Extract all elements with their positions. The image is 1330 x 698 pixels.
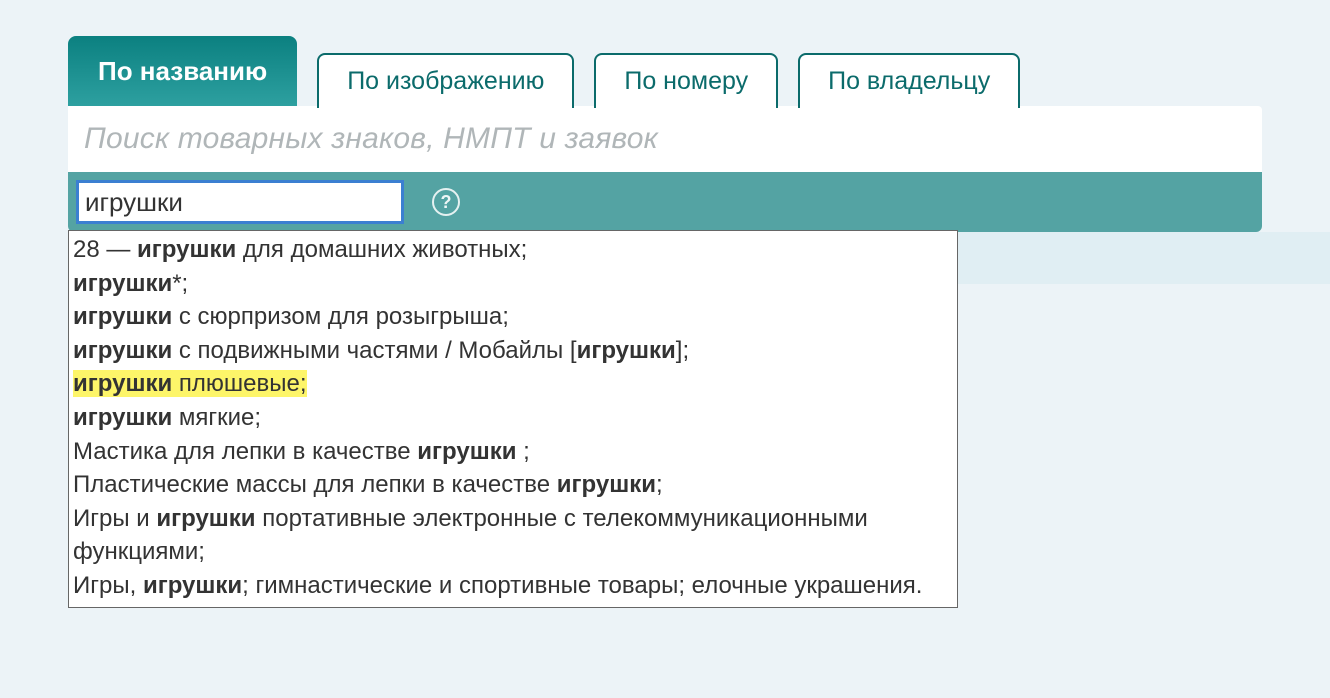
search-placeholder: Поиск товарных знаков, НМПТ и заявок bbox=[84, 124, 658, 154]
autocomplete-item[interactable]: Игры и игрушки портативные электронные с… bbox=[71, 502, 955, 569]
main-search-bar[interactable]: Поиск товарных знаков, НМПТ и заявок bbox=[68, 106, 1262, 172]
question-mark-icon: ? bbox=[441, 192, 452, 213]
autocomplete-dropdown: 28 — игрушки для домашних животных;игруш… bbox=[68, 230, 958, 608]
autocomplete-item[interactable]: игрушки*; bbox=[71, 267, 955, 301]
filter-bar: ? bbox=[68, 172, 1262, 232]
autocomplete-item[interactable]: игрушки мягкие; bbox=[71, 401, 955, 435]
autocomplete-item[interactable]: игрушки с сюрпризом для розыгрыша; bbox=[71, 300, 955, 334]
autocomplete-item[interactable]: Мастика для лепки в качестве игрушки ; bbox=[71, 435, 955, 469]
help-icon[interactable]: ? bbox=[432, 188, 460, 216]
autocomplete-item[interactable]: игрушки с подвижными частями / Мобайлы [… bbox=[71, 334, 955, 368]
tab-by-name[interactable]: По названию bbox=[68, 36, 297, 106]
autocomplete-item[interactable]: Пластические массы для лепки в качестве … bbox=[71, 468, 955, 502]
autocomplete-item[interactable]: 28 — игрушки для домашних животных; bbox=[71, 233, 955, 267]
autocomplete-item[interactable]: Игры, игрушки; гимнастические и спортивн… bbox=[71, 569, 955, 603]
tab-by-image[interactable]: По изображению bbox=[317, 53, 574, 108]
class-filter-input[interactable] bbox=[76, 180, 404, 224]
tab-by-owner[interactable]: По владельцу bbox=[798, 53, 1020, 108]
tab-by-number[interactable]: По номеру bbox=[594, 53, 778, 108]
autocomplete-item[interactable]: игрушки плюшевые; bbox=[71, 367, 955, 401]
tabs-row: По названию По изображению По номеру По … bbox=[0, 0, 1330, 106]
search-widget: По названию По изображению По номеру По … bbox=[0, 0, 1330, 284]
